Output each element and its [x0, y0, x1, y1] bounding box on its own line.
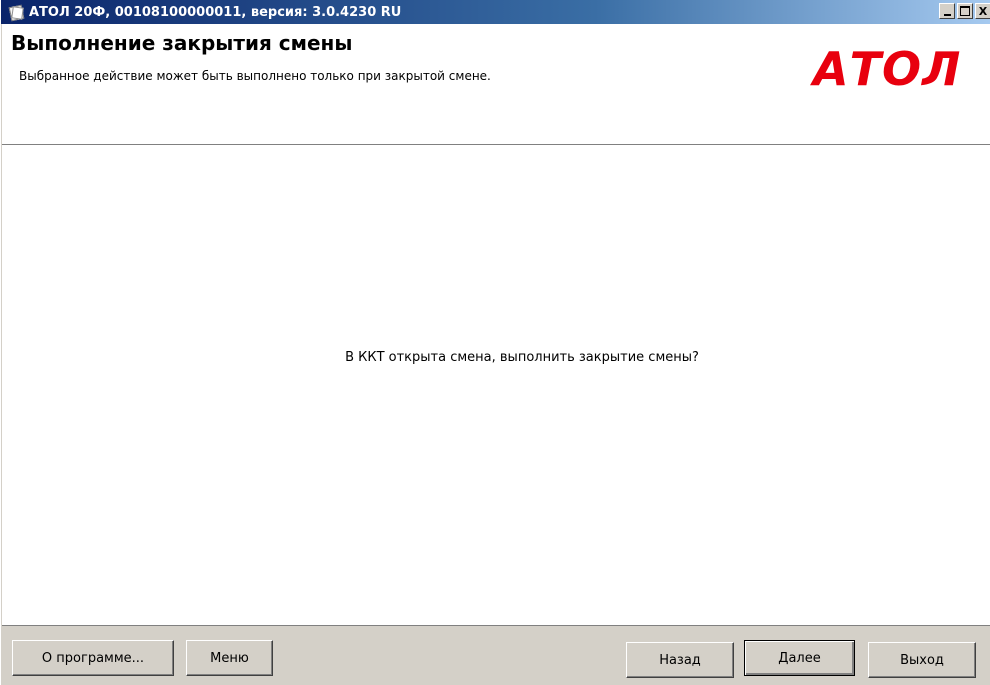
maximize-button[interactable] — [957, 3, 973, 19]
minimize-icon — [943, 13, 951, 16]
minimize-button[interactable] — [939, 3, 955, 19]
about-button[interactable]: О программе... — [12, 640, 174, 676]
page-subtitle: Выбранное действие может быть выполнено … — [19, 69, 491, 83]
menu-button[interactable]: Меню — [186, 640, 273, 676]
close-button[interactable]: X — [975, 3, 990, 19]
page-title: Выполнение закрытия смены — [11, 31, 353, 55]
title-bar[interactable]: АТОЛ 20Ф, 00108100000011, версия: 3.0.42… — [1, 0, 990, 24]
back-button[interactable]: Назад — [626, 642, 734, 678]
confirmation-message: В ККТ открыта смена, выполнить закрытие … — [345, 350, 699, 365]
next-button[interactable]: Далее — [744, 640, 855, 676]
document-icon — [8, 4, 25, 22]
atol-logo: АТОЛ — [813, 42, 962, 96]
button-bar: О программе... Меню Назад Далее Выход — [2, 625, 990, 685]
close-icon: X — [978, 4, 988, 18]
exit-button[interactable]: Выход — [868, 642, 976, 678]
wizard-window: АТОЛ 20Ф, 00108100000011, версия: 3.0.42… — [0, 0, 990, 685]
window-title: АТОЛ 20Ф, 00108100000011, версия: 3.0.42… — [29, 4, 402, 20]
content-area: В ККТ открыта смена, выполнить закрытие … — [2, 145, 990, 625]
maximize-icon — [960, 6, 970, 16]
caption-buttons: X — [939, 3, 990, 19]
